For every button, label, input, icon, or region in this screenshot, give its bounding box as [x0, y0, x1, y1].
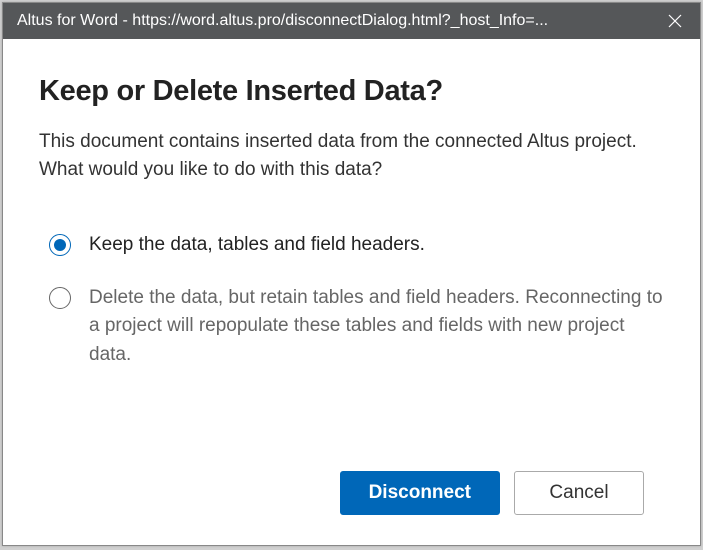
radio-dot — [54, 239, 66, 251]
cancel-button[interactable]: Cancel — [514, 471, 644, 515]
close-button[interactable] — [650, 3, 700, 39]
radio-group: Keep the data, tables and field headers.… — [39, 231, 664, 369]
radio-indicator — [49, 234, 71, 256]
radio-option-delete[interactable]: Delete the data, but retain tables and f… — [39, 284, 664, 370]
button-row: Disconnect Cancel — [39, 451, 664, 515]
radio-option-keep[interactable]: Keep the data, tables and field headers. — [39, 231, 664, 260]
dialog-description: This document contains inserted data fro… — [39, 128, 664, 183]
close-icon — [668, 14, 682, 28]
dialog-window: Altus for Word - https://word.altus.pro/… — [2, 2, 701, 546]
dialog-title: Keep or Delete Inserted Data? — [39, 75, 664, 108]
dialog-content: Keep or Delete Inserted Data? This docum… — [3, 39, 700, 545]
titlebar: Altus for Word - https://word.altus.pro/… — [3, 3, 700, 39]
titlebar-text: Altus for Word - https://word.altus.pro/… — [17, 12, 650, 30]
radio-label-keep: Keep the data, tables and field headers. — [89, 231, 425, 260]
disconnect-button[interactable]: Disconnect — [340, 471, 500, 515]
radio-indicator — [49, 287, 71, 309]
radio-label-delete: Delete the data, but retain tables and f… — [89, 284, 664, 370]
